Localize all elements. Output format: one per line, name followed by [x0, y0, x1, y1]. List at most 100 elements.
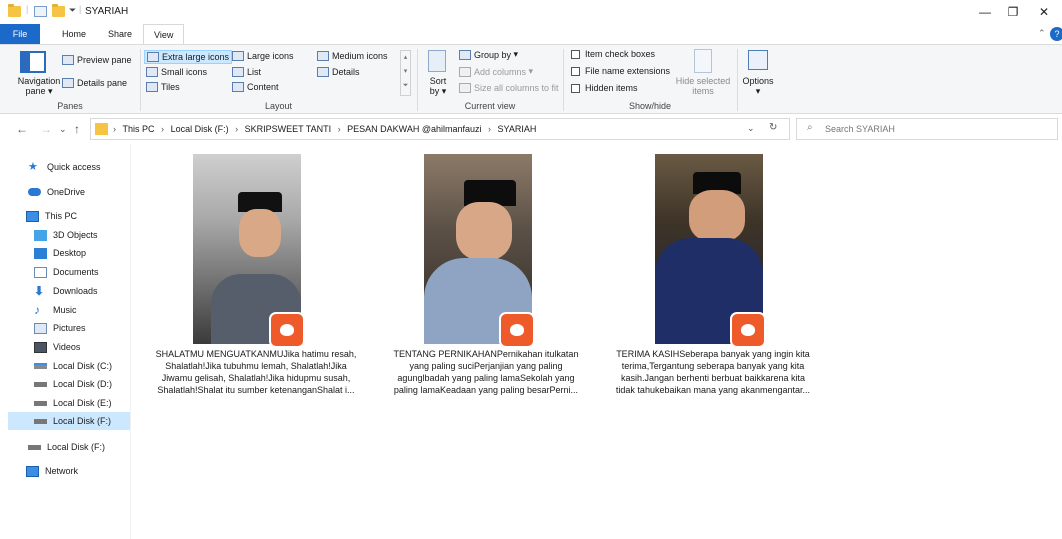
sidebar-item-label: Local Disk (C:)	[53, 361, 113, 371]
options-button[interactable]: Options ▾	[740, 76, 776, 96]
extra-large-icons-button[interactable]: Extra large icons	[144, 50, 233, 64]
item-check-boxes-toggle[interactable]: Item check boxes	[571, 49, 655, 59]
ribbon-tabs: File Home Share View ⌃ ?	[0, 24, 1062, 44]
ribbon-collapse-icon[interactable]: ⌃	[1038, 28, 1046, 39]
large-icons-button[interactable]: Large icons	[232, 51, 294, 61]
file-item[interactable]: TENTANG PERNIKAHANPernikahan itulkatan y…	[370, 150, 602, 410]
drive-icon	[34, 400, 47, 406]
sidebar-item-local-disk-f-selected[interactable]: Local Disk (F:)	[8, 412, 130, 430]
medium-icons-button[interactable]: Medium icons	[317, 51, 388, 61]
file-item[interactable]: SHALATMU MENGUATKANMUJika hatimu resah, …	[140, 150, 372, 410]
file-list: SHALATMU MENGUATKANMUJika hatimu resah, …	[140, 150, 1060, 539]
cloud-icon	[28, 188, 41, 196]
back-arrow-icon[interactable]: ←	[16, 122, 28, 136]
picture-icon	[34, 322, 47, 334]
sidebar-item-local-disk-e[interactable]: Local Disk (E:)	[34, 394, 112, 412]
help-icon[interactable]: ?	[1050, 27, 1062, 41]
sort-by-label: Sort by	[429, 76, 447, 96]
vlc-icon	[269, 312, 305, 348]
group-by-icon	[459, 49, 471, 60]
file-item[interactable]: TERIMA KASIHSeberapa banyak yang ingin k…	[597, 150, 829, 410]
hidden-items-toggle[interactable]: Hidden items	[571, 83, 638, 93]
up-arrow-icon[interactable]: ↑	[74, 122, 80, 136]
address-dropdown-icon[interactable]: ⌄	[747, 123, 755, 134]
sidebar-item-downloads[interactable]: ⬇ Downloads	[34, 282, 98, 300]
sidebar-item-onedrive[interactable]: OneDrive	[28, 183, 85, 201]
breadcrumb-separator: ›	[488, 124, 492, 134]
folder-icon	[95, 123, 108, 135]
group-by-button[interactable]: Group by ▾	[459, 49, 518, 60]
breadcrumb-syariah[interactable]: SYARIAH	[498, 124, 537, 134]
navigation-pane-icon[interactable]	[20, 51, 46, 73]
breadcrumb-skripsweet-tanti[interactable]: SKRIPSWEET TANTI	[245, 124, 332, 134]
layout-gallery-scroll[interactable]: ▴ ▾ ⏷	[400, 50, 411, 96]
tiles-label: Tiles	[161, 82, 180, 92]
file-name-extensions-label: File name extensions	[585, 66, 671, 76]
content-icon	[232, 82, 244, 92]
sort-by-button[interactable]: Sort by ▾	[424, 76, 452, 96]
breadcrumb-this-pc[interactable]: This PC	[123, 124, 155, 134]
quick-access-dropdown-icon[interactable]: ⏷	[69, 5, 76, 16]
medium-icons-icon	[317, 51, 329, 61]
content-label: Content	[247, 82, 279, 92]
refresh-icon[interactable]: ↻	[769, 122, 777, 133]
current-view-group-label: Current view	[464, 101, 516, 111]
large-icons-icon	[232, 51, 244, 61]
tab-file[interactable]: File	[0, 24, 40, 44]
network-icon	[26, 465, 39, 477]
sidebar-item-local-disk-c[interactable]: Local Disk (C:)	[34, 357, 112, 375]
breadcrumb-pesan-dakwah[interactable]: PESAN DAKWAH @ahilmanfauzi	[347, 124, 481, 134]
sidebar-item-local-disk-f[interactable]: Local Disk (F:)	[28, 438, 105, 456]
forward-arrow-icon[interactable]: →	[40, 122, 52, 136]
tab-view[interactable]: View	[143, 24, 185, 44]
recent-locations-icon[interactable]: ⌄	[59, 124, 67, 135]
sidebar-item-network[interactable]: Network	[26, 462, 78, 480]
add-columns-button[interactable]: Add columns ▾	[459, 66, 533, 77]
tiles-view-button[interactable]: Tiles	[146, 82, 180, 92]
details-pane-icon	[62, 78, 74, 88]
extra-large-icons-label: Extra large icons	[162, 52, 230, 62]
tab-home[interactable]: Home	[52, 24, 96, 44]
close-button[interactable]: ✕	[1026, 2, 1062, 22]
sidebar-item-documents[interactable]: Documents	[34, 263, 99, 281]
content-view-button[interactable]: Content	[232, 82, 279, 92]
navigation-pane-label: Navigation pane	[17, 76, 61, 96]
tab-share[interactable]: Share	[98, 24, 142, 44]
sidebar-item-label: Desktop	[53, 248, 87, 258]
address-bar[interactable]: › This PC › Local Disk (F:) › SKRIPSWEET…	[90, 118, 790, 140]
small-icons-button[interactable]: Small icons	[146, 67, 207, 77]
cube-icon	[34, 229, 47, 241]
breadcrumb-local-disk-f[interactable]: Local Disk (F:)	[171, 124, 229, 134]
sidebar-item-desktop[interactable]: Desktop	[34, 244, 86, 262]
sidebar-item-label: OneDrive	[47, 187, 86, 197]
search-box[interactable]: ⌕ Search SYARIAH	[796, 118, 1058, 140]
hide-selected-icon	[694, 49, 712, 73]
sidebar-item-music[interactable]: ♪ Music	[34, 301, 77, 319]
sidebar-item-pictures[interactable]: Pictures	[34, 319, 86, 337]
sidebar-item-label: Music	[53, 305, 77, 315]
properties-icon[interactable]	[34, 6, 47, 17]
navigation-pane-button[interactable]: Navigation pane ▾	[14, 76, 64, 96]
checkbox-icon	[571, 83, 580, 93]
extra-large-icons-icon	[147, 52, 159, 62]
size-columns-button[interactable]: Size all columns to fit	[459, 83, 559, 93]
music-icon: ♪	[34, 302, 40, 317]
options-icon	[748, 50, 768, 70]
sidebar-item-videos[interactable]: Videos	[34, 338, 80, 356]
file-name-extensions-toggle[interactable]: File name extensions	[571, 66, 670, 76]
details-view-button[interactable]: Details	[317, 67, 360, 77]
sidebar-item-this-pc[interactable]: This PC	[26, 207, 77, 225]
sidebar-item-local-disk-d[interactable]: Local Disk (D:)	[34, 375, 112, 393]
navigation-pane: ★ Quick access OneDrive This PC 3D Objec…	[0, 144, 131, 539]
size-columns-label: Size all columns to fit	[474, 83, 559, 93]
list-view-button[interactable]: List	[232, 67, 261, 77]
sidebar-item-quick-access[interactable]: ★ Quick access	[28, 158, 101, 176]
sidebar-item-label: Local Disk (D:)	[53, 379, 113, 389]
new-folder-icon[interactable]	[52, 4, 65, 17]
preview-pane-button[interactable]: Preview pane	[62, 55, 132, 65]
checkbox-icon	[571, 66, 580, 76]
sidebar-item-3d-objects[interactable]: 3D Objects	[34, 226, 98, 244]
hide-selected-button[interactable]: Hide selected items	[672, 76, 734, 96]
details-pane-button[interactable]: Details pane	[62, 78, 127, 88]
preview-pane-label: Preview pane	[77, 55, 132, 65]
